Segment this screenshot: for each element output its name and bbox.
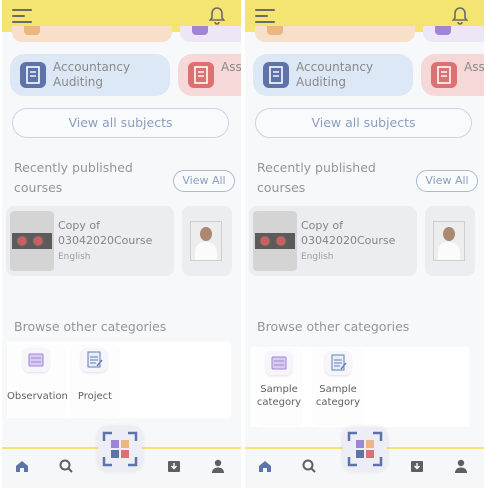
course-card[interactable]: Copy of 03042020Course English [6,206,174,276]
subject-card-partial[interactable] [423,26,484,42]
course-title: Copy of 03042020Course [58,219,153,247]
categories-list: Sample category Sample category [251,347,469,427]
search-icon[interactable] [301,458,317,474]
home-icon[interactable] [257,458,273,474]
screen-left: Accountancy Auditing Ass View all subject… [2,0,241,488]
category-card-project[interactable]: Project [71,346,119,416]
search-icon[interactable] [58,458,74,474]
subject-card-partial[interactable] [12,26,172,42]
profile-icon[interactable] [210,458,226,474]
subject-label: Accountancy Auditing [296,60,374,89]
course-card[interactable]: Copy of 03042020Course English [249,206,417,276]
sample-category-icon [266,351,292,375]
project-icon [81,348,107,372]
book-icon [20,62,46,88]
menu-icon[interactable] [255,9,275,24]
qr-scan-icon [347,431,383,467]
subject-card-partial[interactable] [180,26,241,42]
course-thumbnail [190,221,222,261]
category-label: Sample category [256,384,302,408]
course-thumbnail [433,221,465,261]
category-card-observation[interactable]: Observation [7,346,68,416]
menu-icon[interactable] [12,9,32,24]
categories-list: Observation Project [7,342,231,418]
sample-category-icon [325,351,351,375]
browse-categories-title: Browse other categories [257,319,410,334]
view-all-subjects-button[interactable]: View all subjects [12,108,229,138]
subject-label: Accountancy Auditing [53,60,131,89]
course-title: Copy of 03042020Course [301,219,396,247]
bell-icon[interactable] [450,6,470,26]
category-label: Sample category [315,384,361,408]
browse-categories-title: Browse other categories [14,319,167,334]
subject-label: Ass [464,60,484,74]
view-all-subjects-button[interactable]: View all subjects [255,108,472,138]
subject-card-partial[interactable] [255,26,415,42]
subject-card-accountancy[interactable]: Accountancy Auditing [253,54,413,96]
subject-card-partial-ass[interactable]: Ass [178,54,241,96]
course-thumbnail [253,211,297,271]
category-card-sample[interactable]: Sample category [257,349,301,425]
recently-published-title: Recently published courses [14,160,133,195]
qr-scan-icon [102,431,138,467]
observation-icon [23,348,49,372]
subject-card-partial-ass[interactable]: Ass [421,54,484,96]
course-card[interactable] [182,206,232,276]
course-language: English [58,252,91,262]
subject-card-accountancy[interactable]: Accountancy Auditing [10,54,170,96]
view-all-button[interactable]: View All [173,170,235,192]
bell-icon[interactable] [207,6,227,26]
recently-published-title: Recently published courses [257,160,376,195]
profile-icon[interactable] [453,458,469,474]
home-icon[interactable] [14,458,30,474]
course-thumbnail [10,211,54,271]
category-label: Observation [7,391,68,402]
qr-scan-button[interactable] [98,427,142,471]
screen-right: Accountancy Auditing Ass View all subject… [245,0,484,488]
subject-label: Ass [221,60,241,74]
book-icon [263,62,289,88]
qr-scan-button[interactable] [343,427,387,471]
view-all-button[interactable]: View All [416,170,478,192]
book-icon [431,62,457,88]
download-icon[interactable] [409,458,425,474]
download-icon[interactable] [166,458,182,474]
category-card-sample[interactable]: Sample category [313,349,363,425]
book-icon [188,62,214,88]
course-card[interactable] [425,206,475,276]
course-language: English [301,252,334,262]
category-label: Project [77,391,113,402]
